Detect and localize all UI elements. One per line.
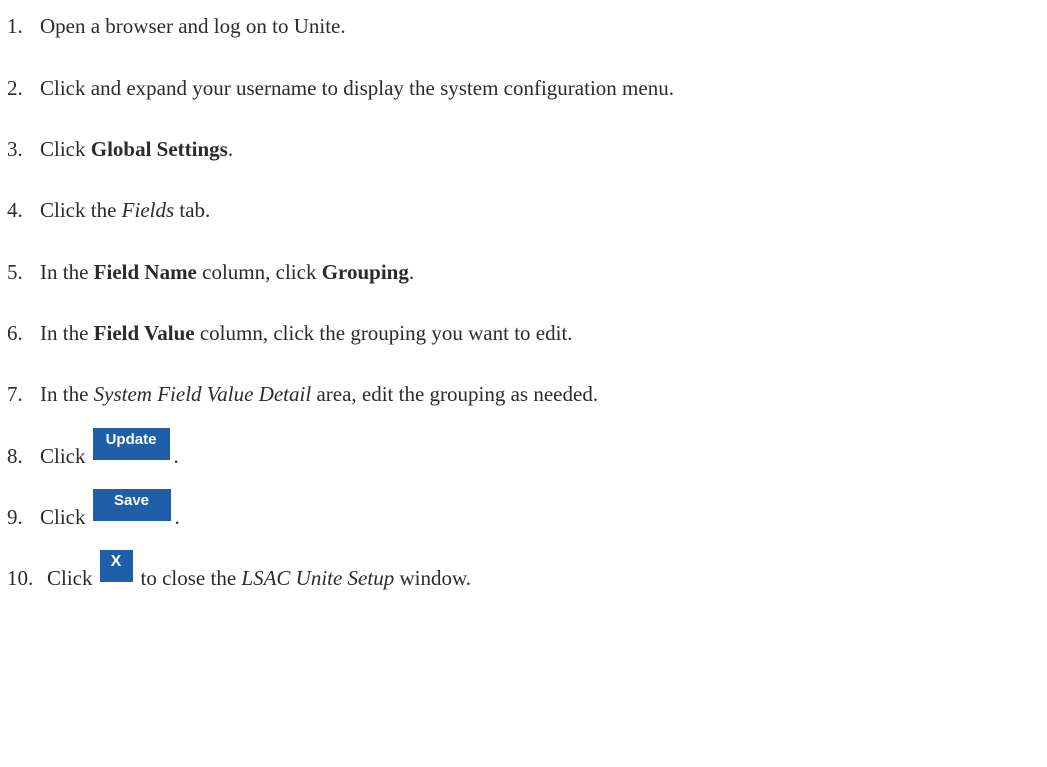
save-button[interactable]: Save bbox=[92, 489, 171, 521]
step-text: . bbox=[227, 136, 234, 161]
step-9: 9. Click Save. bbox=[7, 489, 180, 537]
lsac-unite-setup-term: LSAC Unite Setup bbox=[241, 565, 395, 590]
step-text: In the bbox=[40, 320, 94, 345]
step-text: . bbox=[174, 504, 180, 529]
global-settings-term: Global Settings bbox=[90, 136, 228, 161]
step-number: 2. bbox=[7, 75, 23, 100]
step-4: 4. Click the Fields tab. bbox=[7, 190, 210, 230]
step-text: In the bbox=[40, 259, 94, 284]
step-1: 1. Open a browser and log on to Unite. bbox=[7, 6, 346, 46]
step-2: 2. Click and expand your username to dis… bbox=[7, 68, 674, 108]
step-text: In the bbox=[40, 381, 94, 406]
step-8: 8. Click Update. bbox=[7, 428, 179, 476]
step-5: 5. In the Field Name column, click Group… bbox=[7, 252, 414, 292]
step-number: 7. bbox=[7, 381, 23, 406]
step-text: tab. bbox=[174, 197, 211, 222]
step-text: column, click the grouping you want to e… bbox=[194, 320, 573, 345]
step-number: 4. bbox=[7, 197, 23, 222]
step-text: Click bbox=[40, 504, 86, 529]
step-text: area, edit the grouping as needed. bbox=[311, 381, 599, 406]
step-7: 7. In the System Field Value Detail area… bbox=[7, 374, 598, 414]
field-value-term: Field Value bbox=[93, 320, 195, 345]
step-text: Click and expand your username to displa… bbox=[40, 75, 674, 100]
step-text: Click bbox=[40, 443, 86, 468]
step-number: 9. bbox=[7, 504, 23, 529]
system-field-value-detail-term: System Field Value Detail bbox=[93, 381, 312, 406]
step-text: Click bbox=[40, 136, 91, 161]
step-text: Open a browser and log on to Unite. bbox=[40, 13, 346, 38]
step-text: window. bbox=[394, 565, 472, 590]
step-10: 10. Click Xto close the LSAC Unite Setup … bbox=[7, 550, 472, 598]
close-button[interactable]: X bbox=[99, 550, 133, 582]
step-text: . bbox=[173, 443, 179, 468]
step-number: 3. bbox=[7, 136, 23, 161]
step-number: 10. bbox=[7, 565, 34, 590]
fields-tab-term: Fields bbox=[121, 197, 175, 222]
grouping-term: Grouping bbox=[321, 259, 409, 284]
update-button[interactable]: Update bbox=[92, 428, 170, 460]
step-number: 1. bbox=[7, 13, 23, 38]
step-number: 8. bbox=[7, 443, 23, 468]
step-number: 5. bbox=[7, 259, 23, 284]
step-text: . bbox=[408, 259, 415, 284]
step-6: 6. In the Field Value column, click the … bbox=[7, 313, 573, 353]
field-name-term: Field Name bbox=[93, 259, 197, 284]
step-text: Click the bbox=[40, 197, 122, 222]
step-text: column, click bbox=[196, 259, 322, 284]
step-text: to close the bbox=[140, 565, 242, 590]
step-3: 3. Click Global Settings. bbox=[7, 129, 233, 169]
step-number: 6. bbox=[7, 320, 23, 345]
step-text: Click bbox=[47, 565, 93, 590]
